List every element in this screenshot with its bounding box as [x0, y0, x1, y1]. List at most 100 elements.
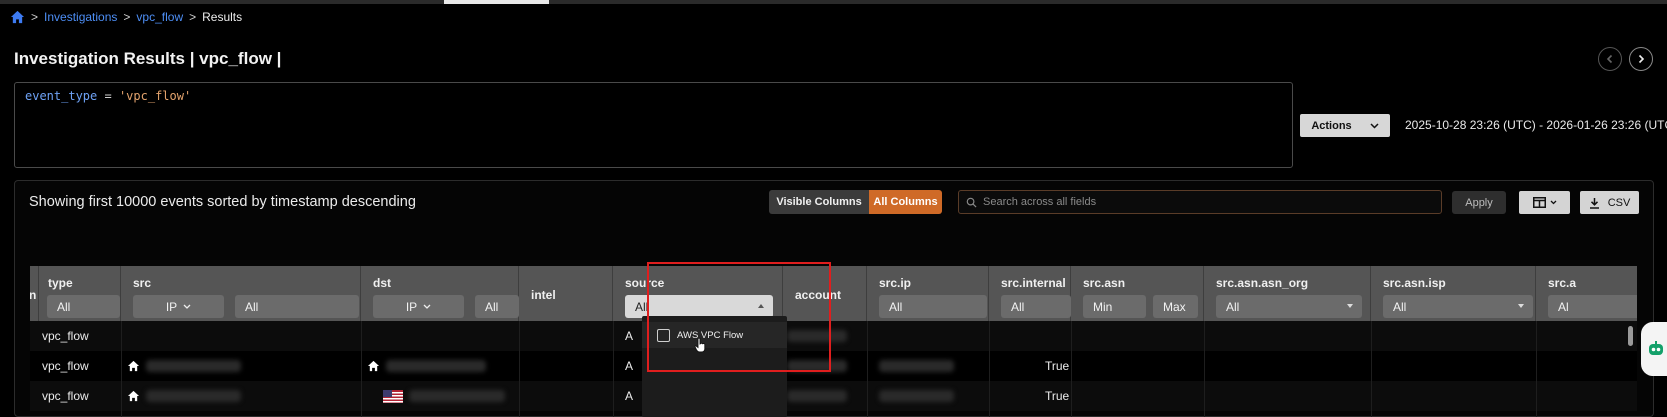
search-placeholder: Search across all fields — [983, 196, 1097, 208]
all-columns-button[interactable]: All Columns — [869, 190, 942, 214]
src-ip-cell — [879, 351, 954, 381]
source-filter-value: All — [635, 299, 649, 314]
scrollbar-thumb[interactable] — [1628, 326, 1633, 346]
column-divider — [613, 321, 614, 417]
assistant-widget[interactable] — [1641, 322, 1667, 376]
src-asn-org-filter[interactable]: All — [1216, 295, 1362, 318]
home-icon — [127, 360, 140, 372]
src-asn-max[interactable]: Max — [1153, 295, 1198, 318]
src-internal-cell: True — [1045, 359, 1070, 373]
column-header-src-internal: src.internal All — [989, 266, 1071, 321]
dst-filter[interactable]: All — [475, 295, 519, 318]
column-header-src-asn-isp: src.asn.isp All — [1371, 266, 1536, 321]
actions-label: Actions — [1311, 119, 1352, 132]
date-range[interactable]: 2025-10-28 23:26 (UTC) - 2026-01-26 23:2… — [1405, 118, 1667, 132]
chevron-down-icon — [183, 304, 191, 309]
src-asn-isp-filter[interactable]: All — [1383, 295, 1533, 318]
home-icon — [367, 360, 380, 372]
home-icon — [127, 390, 140, 402]
chevron-down-icon — [423, 304, 431, 309]
dst-cell — [383, 381, 505, 411]
next-button[interactable] — [1629, 47, 1653, 71]
column-label: src.asn.isp — [1383, 276, 1446, 290]
top-strip — [0, 0, 1667, 4]
caret-down-icon — [1347, 304, 1353, 308]
src-ip-cell — [879, 381, 954, 411]
dst-ip-select[interactable]: IP — [373, 295, 464, 318]
table-row[interactable]: vpc_flow A True — [30, 381, 1637, 411]
breadcrumb-vpc-flow-link[interactable]: vpc_flow — [136, 10, 183, 24]
apply-button[interactable]: Apply — [1452, 191, 1506, 214]
table-row[interactable]: vpc_flow A — [30, 321, 1637, 351]
src-filter[interactable]: All — [235, 295, 359, 318]
source-cell: A — [625, 389, 634, 403]
column-header-dst: dst IP All — [361, 266, 519, 321]
source-filter-select[interactable]: All — [625, 295, 773, 318]
column-label: src.asn.asn_org — [1216, 276, 1309, 290]
breadcrumb-separator: > — [189, 10, 197, 24]
redacted-value — [409, 390, 505, 402]
breadcrumb: > Investigations > vpc_flow > Results — [10, 9, 242, 25]
breadcrumb-separator: > — [123, 10, 131, 24]
src-ip-filter[interactable]: All — [879, 295, 987, 318]
column-label: n — [30, 288, 37, 302]
column-header-type: type All — [39, 266, 121, 321]
checkbox[interactable] — [657, 328, 670, 342]
query-editor[interactable]: event_type = 'vpc_flow' — [14, 82, 1293, 168]
src-cell — [127, 381, 241, 411]
src-internal-filter[interactable]: All — [1001, 295, 1071, 318]
column-label: dst — [373, 276, 391, 290]
column-header-source: source All — [613, 266, 783, 321]
previous-button[interactable] — [1598, 47, 1622, 71]
redacted-value — [146, 360, 241, 372]
hand-cursor-icon — [694, 337, 706, 353]
query-operator: = — [104, 89, 112, 103]
page-title: Investigation Results | vpc_flow | — [14, 49, 282, 68]
type-filter[interactable]: All — [47, 295, 120, 318]
chevron-down-icon — [1550, 200, 1556, 205]
column-divider — [121, 321, 122, 417]
column-label: account — [795, 288, 842, 302]
src-asn-min[interactable]: Min — [1083, 295, 1146, 318]
query-field: event_type — [25, 89, 98, 103]
filter-value: All — [1226, 299, 1240, 314]
ip-label: IP — [405, 299, 418, 314]
src-ip-select[interactable]: IP — [133, 295, 224, 318]
search-input[interactable]: Search across all fields — [958, 190, 1442, 214]
src-a-filter[interactable]: Al — [1548, 295, 1637, 318]
results-table: n type All src IP All dst IP All intel s — [30, 266, 1637, 417]
column-label: type — [48, 276, 73, 290]
source-dropdown-menu: AWS VPC Flow — [642, 316, 787, 417]
redacted-value — [146, 390, 241, 402]
column-label: src.ip — [879, 276, 912, 290]
breadcrumb-investigations-link[interactable]: Investigations — [44, 10, 117, 24]
filter-value: All — [1393, 299, 1407, 314]
home-icon[interactable] — [10, 10, 25, 24]
csv-export-button[interactable]: CSV — [1580, 191, 1639, 214]
src-cell — [127, 351, 241, 381]
query-value: 'vpc_flow' — [118, 89, 192, 103]
column-header-src-asn: src.asn Min Max — [1071, 266, 1204, 321]
robot-icon — [1649, 341, 1663, 355]
redacted-value — [879, 390, 954, 402]
download-icon — [1589, 197, 1599, 209]
column-divider — [1204, 321, 1205, 417]
caret-down-icon — [1518, 304, 1524, 308]
redacted-value — [787, 390, 847, 402]
column-label: src.internal — [1001, 276, 1066, 290]
breadcrumb-current: Results — [202, 10, 243, 24]
column-layout-button[interactable] — [1519, 191, 1570, 214]
account-cell — [783, 351, 853, 381]
src-internal-cell: True — [1045, 389, 1070, 403]
account-cell — [783, 321, 853, 351]
visible-columns-button[interactable]: Visible Columns — [769, 190, 869, 214]
column-label: intel — [531, 288, 556, 302]
results-summary: Showing first 10000 events sorted by tim… — [29, 194, 416, 210]
table-layout-icon — [1532, 197, 1546, 208]
column-divider — [1371, 321, 1372, 417]
column-label: src.a — [1548, 276, 1577, 290]
table-row[interactable]: vpc_flow A True — [30, 351, 1637, 381]
column-header-intel: intel — [519, 266, 613, 321]
actions-dropdown-button[interactable]: Actions — [1300, 114, 1390, 137]
source-option-aws-vpc-flow[interactable]: AWS VPC Flow — [642, 322, 787, 348]
